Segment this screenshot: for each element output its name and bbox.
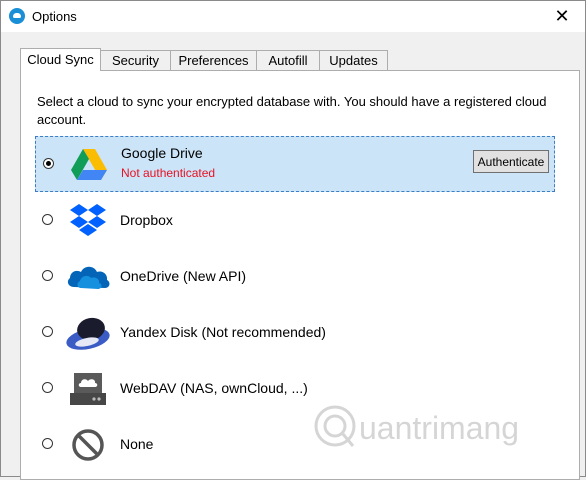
radio-yandex-disk[interactable] — [42, 326, 53, 337]
cloud-icon — [9, 8, 25, 24]
google-drive-icon — [71, 149, 107, 180]
provider-name: OneDrive (New API) — [120, 268, 247, 284]
tab-preferences[interactable]: Preferences — [170, 50, 257, 70]
intro-text: Select a cloud to sync your encrypted da… — [37, 94, 547, 127]
provider-name: Dropbox — [120, 212, 173, 228]
tab-updates[interactable]: Updates — [319, 50, 388, 70]
onedrive-icon — [67, 266, 110, 289]
provider-name: Google Drive — [121, 145, 203, 161]
auth-status: Not authenticated — [121, 166, 216, 180]
tab-security[interactable]: Security — [100, 50, 171, 70]
provider-google-drive[interactable]: Google Drive Not authenticated Authentic… — [35, 136, 555, 192]
title-bar: Options ✕ — [1, 1, 585, 32]
watermark-text: uantrimang — [359, 410, 519, 446]
radio-onedrive[interactable] — [42, 270, 53, 281]
close-button[interactable]: ✕ — [539, 1, 585, 32]
radio-webdav[interactable] — [42, 382, 53, 393]
options-window: Options ✕ Cloud Sync Security Preference… — [0, 0, 586, 480]
tab-cloud-sync[interactable]: Cloud Sync — [20, 48, 101, 71]
window-title: Options — [32, 9, 77, 24]
radio-google-drive[interactable] — [43, 158, 54, 169]
provider-name: WebDAV (NAS, ownCloud, ...) — [120, 380, 308, 396]
quantrimang-logo: uantrimang — [314, 405, 519, 447]
none-icon — [72, 429, 104, 461]
tab-autofill[interactable]: Autofill — [256, 50, 320, 70]
webdav-icon — [70, 373, 106, 405]
radio-none[interactable] — [42, 438, 53, 449]
provider-dropbox[interactable]: Dropbox — [35, 193, 555, 249]
provider-name: None — [120, 436, 154, 452]
provider-name: Yandex Disk (Not recommended) — [120, 324, 326, 340]
provider-onedrive[interactable]: OneDrive (New API) — [35, 249, 555, 305]
radio-dropbox[interactable] — [42, 214, 53, 225]
yandex-disk-icon — [66, 317, 110, 350]
dropbox-icon — [70, 204, 106, 236]
authenticate-button[interactable]: Authenticate — [473, 150, 549, 173]
provider-yandex-disk[interactable]: Yandex Disk (Not recommended) — [35, 305, 555, 361]
